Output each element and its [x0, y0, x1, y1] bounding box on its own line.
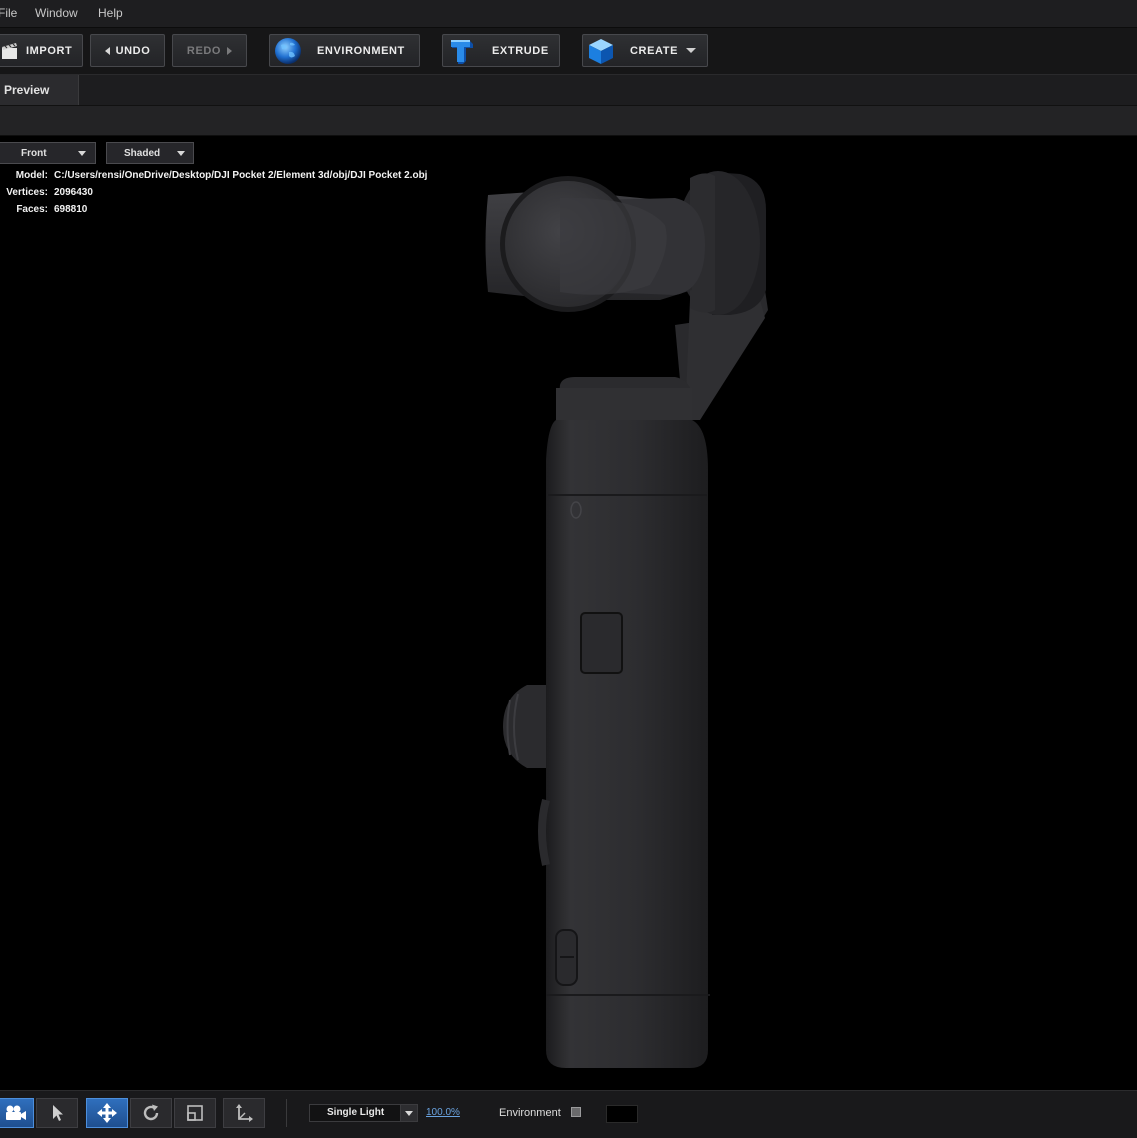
undo-label: UNDO: [115, 44, 151, 57]
axis-tool-button[interactable]: [223, 1098, 265, 1128]
chevron-down-icon: [400, 1105, 417, 1121]
environment-label: ENVIRONMENT: [317, 44, 405, 57]
menu-window[interactable]: Window: [35, 6, 78, 20]
move-tool-button[interactable]: [86, 1098, 128, 1128]
create-label: CREATE: [630, 44, 679, 57]
undo-arrow-icon: [104, 46, 110, 55]
environment-button[interactable]: ENVIRONMENT: [269, 34, 420, 67]
redo-button[interactable]: REDO: [172, 34, 247, 67]
extrude-label: EXTRUDE: [492, 44, 549, 57]
rotate-tool-button[interactable]: [130, 1098, 172, 1128]
tab-preview-label: Preview: [4, 83, 50, 97]
rotate-icon: [143, 1104, 159, 1121]
lighting-value: Single Light: [327, 1107, 385, 1118]
import-button[interactable]: IMPORT: [0, 34, 83, 67]
environment-checkbox[interactable]: [571, 1107, 581, 1117]
tab-preview[interactable]: Preview: [0, 75, 79, 105]
redo-label: REDO: [186, 44, 222, 57]
panel-sub-toolbar: [0, 106, 1137, 136]
scale-icon: [187, 1105, 203, 1121]
extrude-t-icon: [451, 39, 473, 64]
menu-help[interactable]: Help: [98, 6, 123, 20]
environment-toggle-label: Environment: [499, 1107, 561, 1119]
viewport-bottom-toolbar: Single Light 100.0% Environment: [0, 1090, 1137, 1138]
lighting-dropdown[interactable]: Single Light: [309, 1104, 418, 1122]
main-toolbar: IMPORT UNDO REDO ENVIRONMENT EXTRUDE CRE…: [0, 28, 1137, 75]
chevron-down-icon: [686, 48, 697, 53]
create-button[interactable]: CREATE: [582, 34, 708, 67]
clapperboard-icon: [2, 42, 17, 59]
menu-bar: File Window Help: [0, 0, 1137, 28]
extrude-button[interactable]: EXTRUDE: [442, 34, 560, 67]
scale-tool-button[interactable]: [174, 1098, 216, 1128]
import-label: IMPORT: [26, 44, 73, 57]
gimbal-camera-model[interactable]: [0, 136, 1137, 1090]
cursor-arrow-icon: [53, 1105, 63, 1121]
select-tool-button[interactable]: [36, 1098, 78, 1128]
divider: [286, 1099, 287, 1127]
menu-file[interactable]: File: [0, 6, 17, 20]
globe-icon: [275, 37, 301, 64]
redo-arrow-icon: [227, 46, 233, 55]
undo-button[interactable]: UNDO: [90, 34, 165, 67]
camera-icon: [6, 1105, 26, 1120]
panel-tab-bar: Preview: [0, 75, 1137, 106]
background-color-swatch[interactable]: [606, 1105, 638, 1123]
move-arrows-icon: [97, 1103, 117, 1123]
axis-icon: [236, 1104, 253, 1122]
3d-viewport[interactable]: Front Shaded Model: C:/Users/rensi/OneDr…: [0, 136, 1137, 1090]
zoom-level[interactable]: 100.0%: [426, 1107, 460, 1118]
cube-icon: [589, 38, 613, 64]
camera-tool-button[interactable]: [0, 1098, 34, 1128]
